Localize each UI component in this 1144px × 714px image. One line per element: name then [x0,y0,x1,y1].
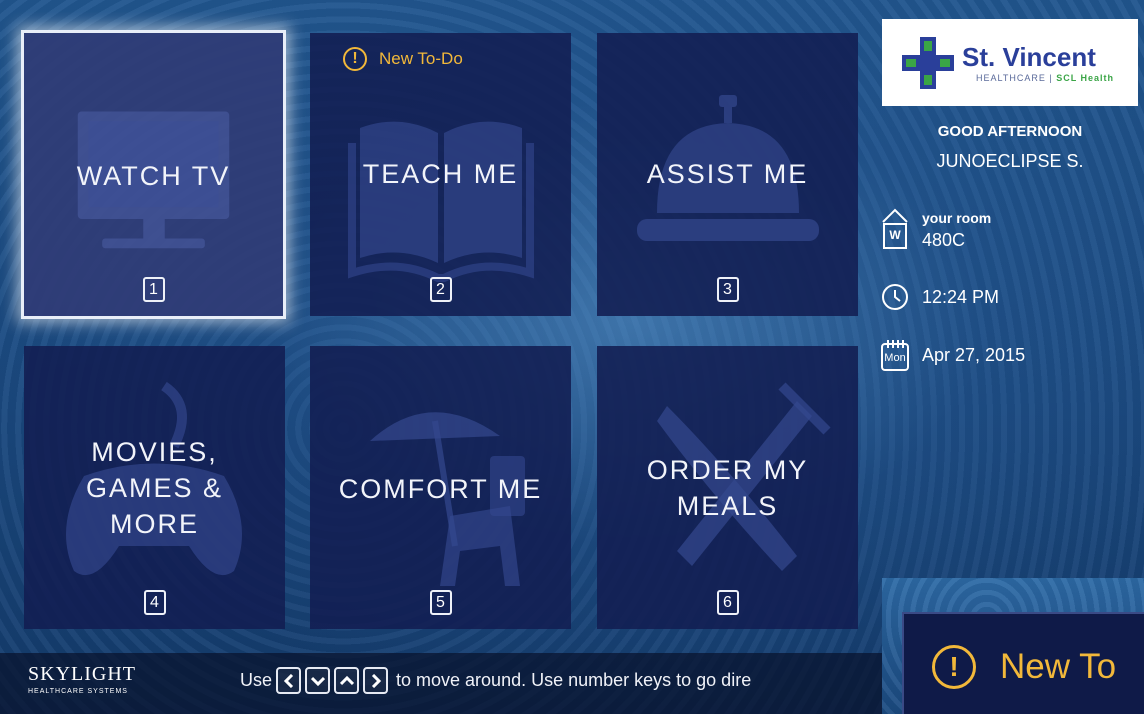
tile-label-line: GAMES & [85,473,224,503]
tile-label: WATCH TV [76,161,231,191]
logo-sub-right: SCL Health [1056,72,1115,83]
tile-number: 3 [716,277,739,302]
hint-suffix: to move around. Use number keys to go di… [396,670,752,690]
right-arrow-key[interactable] [363,667,389,694]
cross-logo-icon [902,36,954,89]
tile-label-line: MEALS [676,491,779,521]
chevron-left-icon [283,673,293,688]
zoomed-notice-panel: ! New To [902,612,1144,714]
logo-brand: St. Vincent [962,41,1096,72]
skylight-logo: SKYLIGHT HEALTHCARE SYSTEMS [28,663,136,695]
room-info: W your room 480C [880,204,991,256]
calendar-day: Mon [884,352,906,364]
tile-label: COMFORT ME [338,474,543,504]
up-arrow-key[interactable] [334,667,360,694]
logo-subtitle: HEALTHCARE | SCL Health [976,72,1115,83]
room-heading: your room [922,209,992,226]
zoomed-notice-text: New To [1000,647,1117,686]
current-time: 12:24 PM [922,286,1000,307]
alert-icon: ! [932,645,976,689]
hint-prefix: Use [240,670,273,690]
tile-number: 1 [142,277,165,302]
date-info: Mon Apr 27, 2015 [880,338,1025,372]
zoomed-notice-inset: ! New To [882,578,1144,714]
tile-number: 2 [429,277,452,302]
tile-label: ORDER MY MEALS [597,452,858,524]
new-todo-text: New To-Do [379,49,463,68]
tile-watch-tv[interactable]: WATCH TV 1 [21,30,286,319]
calendar-icon: Mon [880,338,910,372]
tile-label: MOVIES, GAMES & MORE [24,434,285,542]
room-icon: W [880,204,910,256]
alert-icon: ! [343,47,367,71]
tile-label-line: ORDER MY [646,455,809,485]
navigation-hint: Use to move around. Use number keys to g… [240,667,878,694]
room-number: 480C [922,229,966,250]
down-arrow-key[interactable] [305,667,331,694]
clock-icon [882,284,908,310]
chevron-down-icon [310,676,325,686]
tile-teach-me[interactable]: ! New To-Do TEACH ME 2 [310,33,571,316]
new-todo-notice: ! New To-Do [343,47,463,71]
tile-number: 5 [429,590,452,615]
greeting-line-1: GOOD AFTERNOON [937,123,1083,140]
tile-label: ASSIST ME [646,159,809,189]
skylight-brand: SKYLIGHT [28,663,136,685]
tile-number: 4 [143,590,166,615]
room-icon-letter: W [889,228,901,242]
patient-name: JUNOECLIPSE S. [936,151,1084,171]
hospital-logo: St. Vincent HEALTHCARE | SCL Health [882,19,1138,106]
chevron-up-icon [339,675,354,685]
tile-order-meals[interactable]: ORDER MY MEALS 6 [597,346,858,629]
current-date: Apr 27, 2015 [922,344,1026,365]
tile-label: TEACH ME [362,159,519,189]
tile-label-line: MORE [110,509,199,539]
left-arrow-key[interactable] [276,667,302,694]
logo-sub-left: HEALTHCARE [976,72,1046,83]
tile-number: 6 [716,590,739,615]
tile-movies-games[interactable]: MOVIES, GAMES & MORE 4 [24,346,285,629]
tile-assist-me[interactable]: ASSIST ME 3 [597,33,858,316]
chevron-right-icon [371,673,381,688]
skylight-sub: HEALTHCARE SYSTEMS [28,688,128,695]
tile-label-line: MOVIES, [91,437,218,467]
tile-comfort-me[interactable]: COMFORT ME 5 [310,346,571,629]
time-info: 12:24 PM [880,282,999,312]
